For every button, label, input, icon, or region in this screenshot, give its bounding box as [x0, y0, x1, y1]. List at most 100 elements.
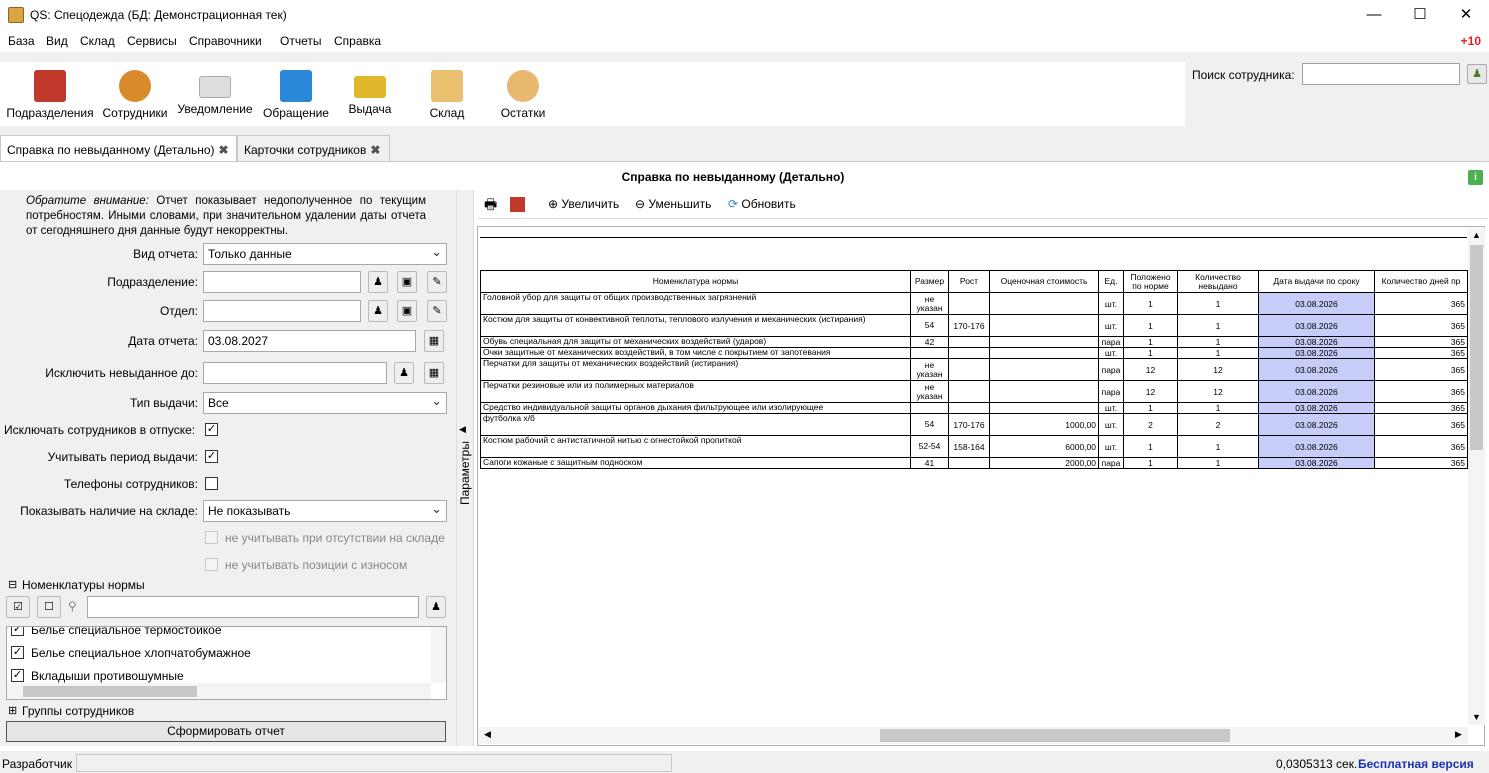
table-cell: 365: [1374, 380, 1468, 403]
expand-icon[interactable]: ⊞: [8, 704, 17, 717]
collapse-icon[interactable]: ⊟: [8, 578, 17, 591]
print-icon[interactable]: 🖶: [484, 194, 497, 218]
collapse-arrow-icon[interactable]: ◀: [459, 424, 466, 435]
stock-select[interactable]: Не показывать: [203, 500, 447, 522]
select-folder-icon[interactable]: ▣: [397, 271, 417, 293]
toolbar-issue-button[interactable]: Выдача: [340, 62, 400, 126]
parameters-side-tab[interactable]: Параметры: [458, 441, 472, 505]
toolbar-warehouse-button[interactable]: Склад: [420, 62, 474, 126]
select-person-icon[interactable]: ♟: [368, 300, 388, 322]
toolbar-notification-button[interactable]: Уведомление: [176, 62, 254, 126]
close-tab-icon[interactable]: ✖: [370, 143, 380, 157]
menu-item[interactable]: Склад: [80, 34, 115, 48]
table-cell: 54: [910, 314, 949, 337]
column-header: Номенклатура нормы: [480, 270, 911, 293]
table-cell: 1: [1177, 336, 1259, 348]
magnifier-box-icon: [507, 70, 539, 102]
list-item-checkbox[interactable]: ✓: [11, 646, 24, 659]
check-all-icon[interactable]: ☑: [6, 596, 30, 618]
toolbar-stock-button[interactable]: Остатки: [494, 62, 552, 126]
period-checkbox[interactable]: ✓: [205, 450, 218, 463]
select-person-icon[interactable]: ♟: [368, 271, 388, 293]
toolbar-divisions-button[interactable]: Подразделения: [4, 62, 96, 126]
scroll-up-icon[interactable]: ▲: [1472, 230, 1481, 240]
menu-item[interactable]: Отчеты: [280, 34, 321, 48]
table-cell: 03.08.2026: [1258, 413, 1375, 436]
table-cell: шт.: [1098, 435, 1124, 458]
table-cell: шт.: [1098, 314, 1124, 337]
menu-item[interactable]: Справка: [334, 34, 381, 48]
scroll-down-icon[interactable]: ▼: [1472, 712, 1481, 722]
table-cell: Перчатки для защиты от механических возд…: [480, 358, 911, 381]
table-cell: шт.: [1098, 413, 1124, 436]
list-item-checkbox[interactable]: ✓: [11, 627, 24, 636]
uncheck-all-icon[interactable]: ☐: [37, 596, 61, 618]
table-cell: Обувь специальная для защиты от механиче…: [480, 336, 911, 348]
list-item[interactable]: Белье специальное термостойкое: [31, 627, 222, 637]
list-hscroll-thumb[interactable]: [23, 686, 197, 697]
edit-icon[interactable]: ✎: [427, 300, 447, 322]
absent-label: не учитывать при отсутствии на складе: [225, 531, 445, 545]
list-item[interactable]: Вкладыши противошумные: [31, 669, 184, 683]
info-icon[interactable]: i: [1468, 170, 1483, 185]
calendar-icon[interactable]: ▦: [424, 330, 444, 352]
table-cell: 365: [1374, 336, 1468, 348]
menu-item[interactable]: База: [8, 34, 35, 48]
minimize-button[interactable]: —: [1351, 0, 1397, 30]
generate-report-button[interactable]: Сформировать отчет: [6, 721, 446, 742]
tab-employee-cards[interactable]: Карточки сотрудников ✖: [237, 135, 390, 162]
notification-badge[interactable]: +10: [1461, 34, 1481, 48]
toolbar-request-button[interactable]: Обращение: [260, 62, 332, 126]
table-cell: 41: [910, 457, 949, 469]
close-button[interactable]: ✕: [1443, 0, 1489, 30]
report-title: Справка по невыданному (Детально): [621, 170, 845, 184]
table-cell: 1: [1177, 347, 1259, 359]
list-item[interactable]: Белье специальное хлопчатобумажное: [31, 646, 251, 660]
report-hscroll-thumb[interactable]: [880, 729, 1230, 742]
select-person-icon[interactable]: ♟: [394, 362, 414, 384]
issue-type-select[interactable]: Все: [203, 392, 447, 414]
scroll-right-icon[interactable]: ▶: [1455, 729, 1462, 740]
zoom-out-button[interactable]: ⊖ Уменьшить: [635, 197, 711, 211]
list-vscrollbar[interactable]: [431, 627, 446, 683]
department-input[interactable]: [203, 300, 361, 322]
exclude-date-input[interactable]: [203, 362, 387, 384]
export-icon[interactable]: [510, 197, 525, 212]
maximize-button[interactable]: ☐: [1397, 0, 1443, 30]
table-cell: 03.08.2026: [1258, 435, 1375, 458]
edition-link[interactable]: Бесплатная версия: [1358, 757, 1474, 771]
table-cell: [989, 358, 1099, 381]
table-cell: 42: [910, 336, 949, 348]
table-cell: 03.08.2026: [1258, 314, 1375, 337]
report-type-select[interactable]: Только данные: [203, 243, 447, 265]
table-cell: [948, 336, 990, 348]
table-cell: шт.: [1098, 402, 1124, 414]
menu-item[interactable]: Справочники: [189, 34, 262, 48]
vacation-checkbox[interactable]: ✓: [205, 423, 218, 436]
division-input[interactable]: [203, 271, 361, 293]
edit-icon[interactable]: ✎: [427, 271, 447, 293]
tab-report[interactable]: Справка по невыданному (Детально) ✖: [0, 135, 237, 162]
report-divider: [480, 237, 1467, 238]
table-cell: 6000,00: [989, 435, 1099, 458]
close-tab-icon[interactable]: ✖: [219, 143, 229, 157]
menu-item[interactable]: Сервисы: [127, 34, 177, 48]
scroll-left-icon[interactable]: ◀: [484, 729, 491, 740]
refresh-button[interactable]: ⟳ Обновить: [728, 197, 796, 211]
select-folder-icon[interactable]: ▣: [397, 300, 417, 322]
list-item-checkbox[interactable]: ✓: [11, 669, 24, 682]
phones-checkbox[interactable]: [205, 477, 218, 490]
report-vscroll-thumb[interactable]: [1470, 245, 1483, 450]
report-date-input[interactable]: 03.08.2027: [203, 330, 416, 352]
filter-person-icon[interactable]: ♟: [426, 596, 446, 618]
table-cell: пара: [1098, 336, 1124, 348]
zoom-in-button[interactable]: ⊕ Увеличить: [548, 197, 619, 211]
menu-item[interactable]: Вид: [46, 34, 68, 48]
search-button[interactable]: ♟: [1467, 64, 1487, 84]
calendar-icon[interactable]: ▦: [424, 362, 444, 384]
report-toolbar: 🖶 ⊕ Увеличить ⊖ Уменьшить ⟳ Обновить: [478, 191, 1488, 219]
nomenclature-filter-input[interactable]: [87, 596, 419, 618]
table-cell: 1: [1177, 402, 1259, 414]
employee-search-input[interactable]: [1302, 63, 1460, 85]
toolbar-employees-button[interactable]: Сотрудники: [100, 62, 170, 126]
